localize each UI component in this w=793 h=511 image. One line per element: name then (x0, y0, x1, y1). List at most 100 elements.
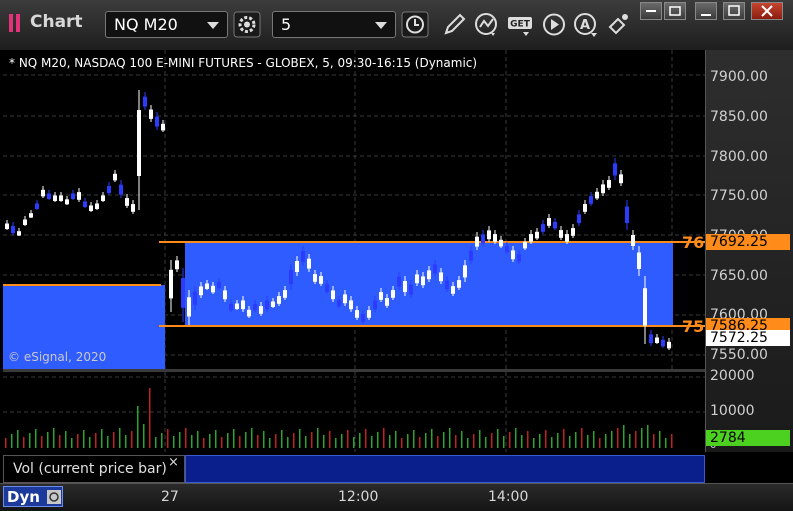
close-button[interactable] (751, 2, 783, 20)
volume-bar (659, 431, 661, 448)
close-study-icon[interactable]: × (168, 455, 179, 470)
interval-select[interactable]: 5 (272, 11, 396, 38)
candle-body (661, 339, 665, 347)
price-tick: 7650.00 (710, 268, 768, 284)
volume-bar (455, 435, 457, 448)
candle-body (119, 184, 123, 195)
volume-bar (323, 435, 325, 448)
candle-body (277, 296, 281, 304)
volume-bar (617, 428, 619, 448)
volume-chart[interactable] (3, 372, 705, 452)
volume-bar (101, 429, 103, 448)
volume-bar (431, 429, 433, 448)
candle-body (445, 280, 449, 290)
alert-icon[interactable]: A (572, 11, 600, 38)
volume-bars (5, 388, 673, 448)
volume-bar (35, 429, 37, 448)
candle-body (65, 199, 69, 205)
candle-body (175, 260, 179, 270)
volume-bar (209, 434, 211, 448)
volume-bar (263, 431, 265, 448)
window-menu-button[interactable] (640, 2, 662, 20)
volume-bar (155, 437, 157, 448)
candle-body (113, 173, 117, 181)
dynamic-mode-button[interactable]: Dyn (3, 486, 63, 507)
volume-study-label[interactable]: Vol (current price bar) (3, 455, 185, 483)
candle-body (155, 116, 159, 127)
candle-body (319, 276, 323, 284)
play-icon[interactable] (541, 11, 569, 38)
time-label: 12:00 (338, 489, 379, 505)
candle-body (391, 290, 395, 298)
candle-body (199, 286, 203, 296)
candle-body (439, 272, 443, 282)
candle-body (83, 201, 87, 207)
candle-body (583, 204, 587, 212)
candle-body (463, 265, 467, 278)
volume-bar (473, 434, 475, 448)
volume-bar (131, 431, 133, 448)
pencil-draw-icon[interactable] (440, 11, 468, 38)
chevron-down-icon (207, 22, 219, 29)
volume-bar (515, 428, 517, 448)
candle-body (59, 195, 63, 201)
chart-header: * NQ M20, NASDAQ 100 E-MINI FUTURES - GL… (9, 56, 478, 70)
candle-body (619, 174, 623, 184)
candle-body (649, 334, 653, 344)
volume-bar (461, 431, 463, 448)
volume-bar (389, 435, 391, 448)
volume-bar (203, 438, 205, 448)
volume-bar (347, 430, 349, 448)
volume-bar (149, 388, 151, 448)
volume-bar (197, 431, 199, 448)
clock-icon[interactable] (401, 11, 429, 38)
candle-body (301, 251, 305, 262)
candle-body (131, 204, 135, 212)
volume-bar (269, 438, 271, 448)
volume-bar (317, 428, 319, 448)
candle-body (235, 303, 239, 309)
candle-body (337, 299, 341, 307)
study-icon[interactable] (473, 11, 501, 38)
volume-bar (41, 436, 43, 448)
candle-body (259, 306, 263, 314)
volume-bar (257, 435, 259, 448)
volume-bar (653, 434, 655, 448)
volume-bar (245, 432, 247, 448)
toolbar: Chart NQ M20 5 GET A (0, 0, 793, 50)
settings-gear-icon[interactable] (233, 11, 261, 38)
upper-level-price-tag: 7692.25 (706, 234, 790, 250)
dynamic-mode-label: Dyn (7, 488, 40, 506)
candle-body (529, 234, 533, 242)
minimize-icon (669, 6, 681, 16)
volume-bar (281, 430, 283, 448)
price-tick: 7900.00 (710, 69, 768, 85)
volume-bar (551, 437, 553, 448)
restore-button[interactable] (695, 2, 717, 20)
candle-body (355, 310, 359, 318)
candle-body (193, 291, 197, 305)
volume-bar (611, 431, 613, 448)
volume-bar (191, 435, 193, 448)
pane-separator[interactable] (3, 369, 793, 372)
candle-body (11, 225, 15, 234)
candle-body (523, 241, 527, 249)
maximize-button[interactable] (723, 2, 745, 20)
volume-bar (587, 435, 589, 448)
candle-body (547, 218, 551, 226)
volume-bar (353, 437, 355, 448)
volume-bar (425, 433, 427, 448)
lower-level-label: 75 (682, 317, 705, 336)
volume-bar (569, 436, 571, 448)
candle-body (601, 184, 605, 194)
candle-body (553, 221, 557, 229)
get-data-icon[interactable]: GET (506, 11, 534, 38)
volume-bar (143, 424, 145, 448)
volume-bar (527, 431, 529, 448)
minimize-button[interactable] (664, 2, 686, 20)
time-axis[interactable] (0, 483, 793, 511)
price-chart[interactable] (3, 50, 705, 370)
link-tool-icon[interactable] (604, 11, 632, 38)
symbol-select[interactable]: NQ M20 (105, 11, 228, 38)
volume-bar (215, 430, 217, 448)
